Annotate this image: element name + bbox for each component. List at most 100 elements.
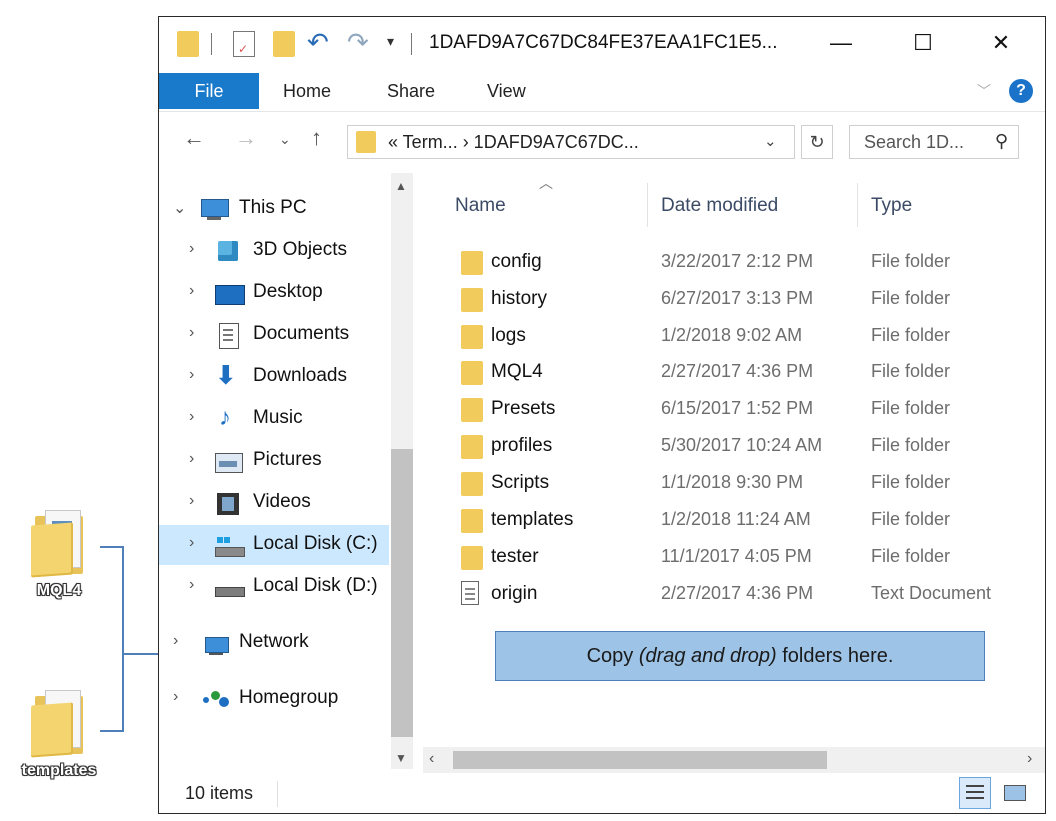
ribbon-tabs: File Home Share View ﹀ ? — [159, 71, 1045, 112]
undo-icon[interactable]: ↶ — [307, 27, 329, 58]
close-button[interactable]: ✕ — [979, 23, 1023, 63]
nav-item-label: Desktop — [253, 281, 323, 302]
scroll-down-icon[interactable]: ▼ — [395, 751, 407, 765]
nav-item-label: Videos — [253, 491, 311, 512]
redo-icon[interactable]: ↷ — [347, 27, 369, 58]
new-folder-icon[interactable] — [273, 31, 295, 57]
folder-icon — [461, 509, 483, 533]
nav-item-downloads[interactable]: › ⬇ Downloads — [159, 357, 389, 397]
back-icon[interactable]: ← — [183, 125, 205, 151]
file-name: Scripts — [491, 472, 550, 493]
nav-item-network[interactable]: › Network — [159, 623, 389, 663]
folder-icon — [461, 435, 483, 459]
nav-item-documents[interactable]: › Documents — [159, 315, 389, 355]
folder-icon — [461, 251, 483, 275]
file-name: profiles — [491, 435, 553, 456]
desktop-folder-mql4[interactable]: MQL4 — [14, 510, 104, 600]
refresh-icon[interactable]: ↻ — [801, 125, 833, 159]
nav-item-label: Local Disk (D:) — [253, 575, 378, 596]
folder-icon — [31, 690, 87, 758]
file-type: File folder — [871, 251, 951, 271]
table-row[interactable]: templates 1/2/2018 11:24 AM File folder — [423, 503, 1043, 539]
address-row: ← → ⌄ ↑ « Term... › 1DAFD9A7C67DC... ⌄ ↻… — [159, 111, 1045, 173]
nav-item-homegroup[interactable]: › Homegroup — [159, 679, 389, 719]
table-row[interactable]: config 3/22/2017 2:12 PM File folder — [423, 245, 1043, 281]
tab-share[interactable]: Share — [387, 73, 435, 109]
details-view-button[interactable] — [959, 777, 991, 809]
nav-item-label: This PC — [239, 197, 307, 218]
minimize-button[interactable]: — — [819, 23, 863, 63]
scroll-thumb[interactable] — [453, 751, 827, 769]
chevron-right-icon[interactable]: › — [189, 366, 194, 384]
chevron-right-icon[interactable]: › — [173, 632, 178, 650]
chevron-right-icon[interactable]: › — [189, 450, 194, 468]
column-header-date[interactable]: Date modified — [661, 195, 778, 217]
chevron-down-icon[interactable]: ⌄ — [764, 132, 777, 150]
chevron-right-icon[interactable]: › — [189, 534, 194, 552]
column-header-name[interactable]: Name — [455, 195, 506, 217]
table-row[interactable]: logs 1/2/2018 9:02 AM File folder — [423, 319, 1043, 355]
tab-file[interactable]: File — [159, 73, 259, 109]
folder-icon — [461, 546, 483, 570]
search-input[interactable]: Search 1D... ⚲ — [849, 125, 1019, 159]
chevron-right-icon[interactable]: › — [189, 324, 194, 342]
sort-ascending-icon: ︿ — [539, 175, 553, 191]
recent-locations-icon[interactable]: ⌄ — [279, 131, 291, 148]
search-placeholder: Search 1D... — [864, 132, 965, 152]
nav-scrollbar[interactable]: ▲ ▼ — [391, 173, 413, 769]
desktop-folder-templates[interactable]: templates — [14, 690, 104, 780]
chevron-down-icon[interactable]: ⌄ — [173, 198, 186, 218]
item-count: 10 items — [185, 783, 254, 803]
column-header-type[interactable]: Type — [871, 195, 912, 217]
chevron-right-icon[interactable]: › — [189, 576, 194, 594]
expand-ribbon-icon[interactable]: ﹀ — [977, 81, 991, 101]
nav-item-3d-objects[interactable]: › 3D Objects — [159, 231, 389, 271]
nav-item-local-disk-c[interactable]: › Local Disk (C:) — [159, 525, 389, 565]
scroll-left-icon[interactable]: ‹ — [429, 750, 434, 768]
table-row[interactable]: history 6/27/2017 3:13 PM File folder — [423, 282, 1043, 318]
tab-home[interactable]: Home — [283, 73, 331, 109]
folder-icon — [461, 398, 483, 422]
table-row[interactable]: Scripts 1/1/2018 9:30 PM File folder — [423, 466, 1043, 502]
nav-item-label: Music — [253, 407, 303, 428]
chevron-right-icon[interactable]: › — [189, 282, 194, 300]
table-row[interactable]: tester 11/1/2017 4:05 PM File folder — [423, 540, 1043, 576]
nav-item-label: Documents — [253, 323, 350, 344]
horizontal-scrollbar[interactable]: ‹ › — [423, 747, 1045, 773]
scroll-up-icon[interactable]: ▲ — [395, 179, 407, 193]
chevron-right-icon[interactable]: › — [189, 492, 194, 510]
folder-icon — [31, 510, 87, 578]
chevron-right-icon[interactable]: › — [189, 408, 194, 426]
table-row[interactable]: origin 2/27/2017 4:36 PM Text Document — [423, 577, 1043, 613]
table-row[interactable]: Presets 6/15/2017 1:52 PM File folder — [423, 392, 1043, 428]
cube-icon — [215, 239, 241, 263]
forward-icon[interactable]: → — [235, 125, 257, 151]
maximize-button[interactable]: ☐ — [901, 23, 945, 63]
file-date: 5/30/2017 10:24 AM — [661, 435, 823, 455]
nav-item-local-disk-d[interactable]: › Local Disk (D:) — [159, 567, 389, 607]
table-row[interactable]: profiles 5/30/2017 10:24 AM File folder — [423, 429, 1043, 465]
nav-item-label: Downloads — [253, 365, 347, 386]
nav-item-music[interactable]: › ♪ Music — [159, 399, 389, 439]
tab-view[interactable]: View — [487, 73, 526, 109]
nav-item-this-pc[interactable]: ⌄ This PC — [159, 189, 389, 229]
search-icon: ⚲ — [994, 131, 1008, 151]
film-icon — [217, 491, 243, 515]
large-icons-view-button[interactable] — [999, 777, 1031, 809]
table-row[interactable]: MQL4 2/27/2017 4:36 PM File folder — [423, 355, 1043, 391]
nav-item-label: Homegroup — [239, 687, 339, 708]
help-button[interactable]: ? — [1009, 79, 1033, 103]
scroll-right-icon[interactable]: › — [1027, 750, 1032, 768]
nav-item-desktop[interactable]: › Desktop — [159, 273, 389, 313]
drop-instruction-callout: Copy (drag and drop) folders here. — [495, 631, 985, 681]
address-bar[interactable]: « Term... › 1DAFD9A7C67DC... ⌄ — [347, 125, 795, 159]
chevron-right-icon[interactable]: › — [173, 688, 178, 706]
properties-icon[interactable]: ✓ — [233, 31, 255, 57]
music-note-icon: ♪ — [219, 404, 231, 431]
nav-item-pictures[interactable]: › Pictures — [159, 441, 389, 481]
scroll-thumb[interactable] — [391, 449, 413, 737]
chevron-right-icon[interactable]: › — [189, 240, 194, 258]
customize-qat-icon[interactable]: ▾ — [387, 33, 394, 50]
up-icon[interactable]: ↑ — [311, 125, 322, 151]
nav-item-videos[interactable]: › Videos — [159, 483, 389, 523]
